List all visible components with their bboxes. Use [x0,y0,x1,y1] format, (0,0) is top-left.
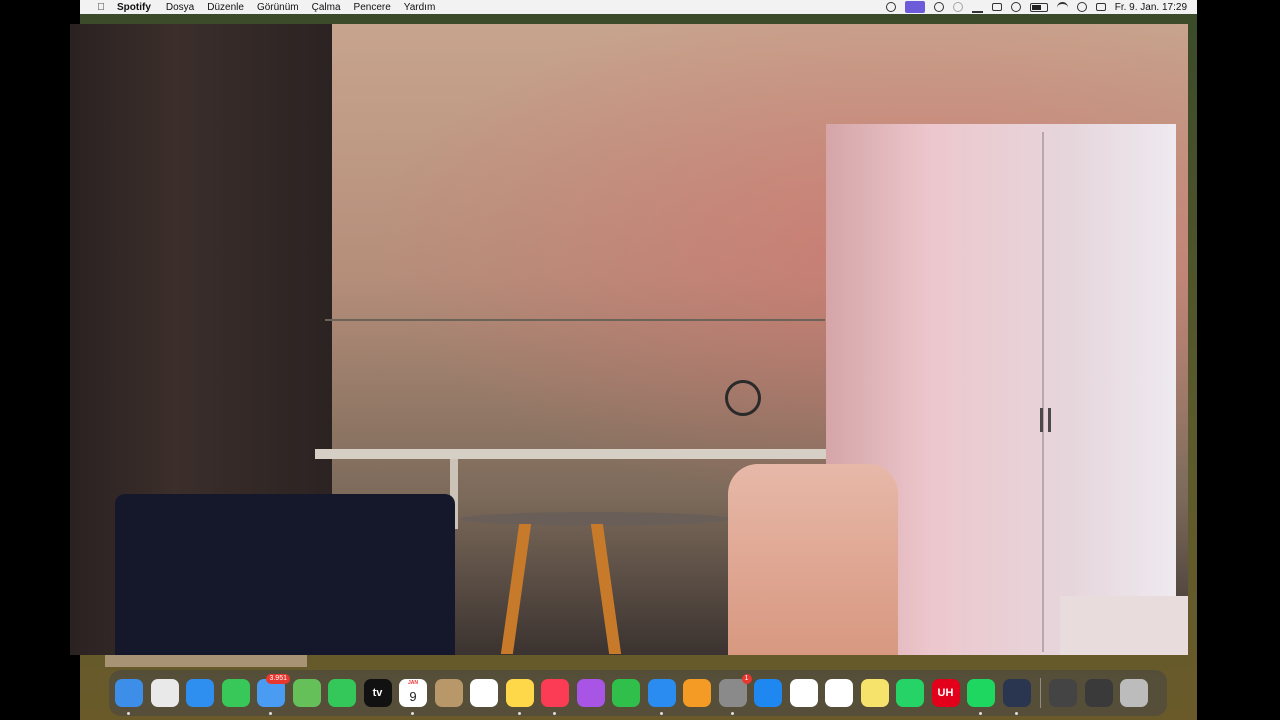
running-indicator [553,712,556,715]
dock-system-settings-icon[interactable]: 1 [718,674,752,715]
calendar-day: 9 [409,688,417,704]
window-icon[interactable] [991,3,1002,11]
dock-podcasts-icon[interactable] [576,679,605,707]
dock-spotify-icon[interactable] [967,679,995,715]
menu-view[interactable]: Görünüm [257,2,299,13]
dock-reminders-icon[interactable] [470,679,498,707]
wifi-icon[interactable] [1056,1,1068,13]
dock-trash-icon[interactable] [1120,679,1148,707]
battery-icon[interactable] [1029,2,1048,12]
dock-messages-icon[interactable] [221,679,250,707]
dock-finder-icon[interactable] [115,679,143,715]
dock-facetime-icon[interactable] [328,679,356,707]
wardrobe-handle [1040,408,1043,432]
running-indicator [979,712,982,715]
dock-photo-booth-icon[interactable] [1049,679,1077,707]
headphones [725,380,761,416]
vpn-icon[interactable] [971,2,983,13]
creative-cloud-icon[interactable] [933,2,944,12]
desktop-paper-strip [105,655,307,667]
menu-playback[interactable]: Çalma [312,2,341,13]
dock-calendar-icon[interactable]: JAN 9 [399,679,427,715]
calendar-month: JAN [407,680,418,686]
menu-window[interactable]: Pencere [354,2,391,13]
dock-pages-icon[interactable] [683,679,711,707]
dock-safari-icon[interactable] [186,679,214,707]
menu-bar:  Spotify Dosya Düzenle Görünüm Çalma Pe… [80,0,1197,14]
dock: 3.951 tv JAN 9 1 UH [109,670,1167,716]
dock-launchpad-icon[interactable] [150,679,179,707]
dock-preview-icon[interactable] [1084,679,1113,707]
wardrobe-door-gap [1042,132,1044,652]
running-indicator [1014,712,1018,715]
notification-badge: 1 [741,674,752,684]
dock-chrome-icon[interactable] [789,679,818,707]
wall-shelf [325,284,825,321]
running-indicator [517,712,521,715]
dock-music-icon[interactable] [541,679,569,715]
dock-maps-icon[interactable] [292,679,321,707]
dock-apple-tv-icon[interactable]: tv [363,679,392,707]
bed [1060,596,1188,655]
apple-icon[interactable]:  [95,2,107,13]
search-icon[interactable] [1076,2,1087,12]
control-center-icon[interactable] [1095,3,1106,11]
dock-contacts-icon[interactable] [434,679,463,707]
dock-glyph: UH [937,687,954,699]
play-icon[interactable] [1010,2,1021,12]
dock-app-store-icon[interactable] [754,679,782,707]
menu-clock[interactable]: Fr. 9. Jan. 17:29 [1115,2,1187,13]
running-indicator [127,712,130,715]
dock-separator [1040,678,1041,708]
menu-edit[interactable]: Düzenle [207,2,244,13]
running-indicator [659,712,663,715]
dock-mail-icon[interactable]: 3.951 [257,674,290,715]
shazam-icon[interactable] [952,2,963,12]
menu-app-name[interactable]: Spotify [117,2,151,13]
running-indicator [411,712,414,715]
dock-glyph: tv [372,687,383,699]
running-indicator [269,712,272,715]
dock-screen-recorder-icon[interactable] [1002,679,1031,715]
menu-file[interactable]: Dosya [166,2,194,13]
notification-badge: 3.951 [266,674,290,684]
desk [315,449,875,459]
running-indicator [730,712,734,715]
dock-stickies-icon[interactable] [860,679,889,707]
wardrobe-handle [1048,408,1051,432]
dock-uhh-icon[interactable]: UH [931,679,960,707]
dock-chatgpt-icon[interactable] [825,679,853,707]
screen-share-icon[interactable] [904,1,925,13]
white-shirt-on-chair [728,464,898,655]
dock-keynote-icon[interactable] [647,679,676,715]
focus-icon[interactable] [885,2,896,12]
dock-notes-icon[interactable] [505,679,534,715]
dark-chair [115,494,455,655]
table-leg [500,524,532,654]
camera-video-window[interactable] [70,24,1188,655]
menu-help[interactable]: Yardım [404,2,436,13]
table-leg [590,524,622,654]
dock-whatsapp-icon[interactable] [896,679,924,707]
dock-numbers-icon[interactable] [612,679,640,707]
